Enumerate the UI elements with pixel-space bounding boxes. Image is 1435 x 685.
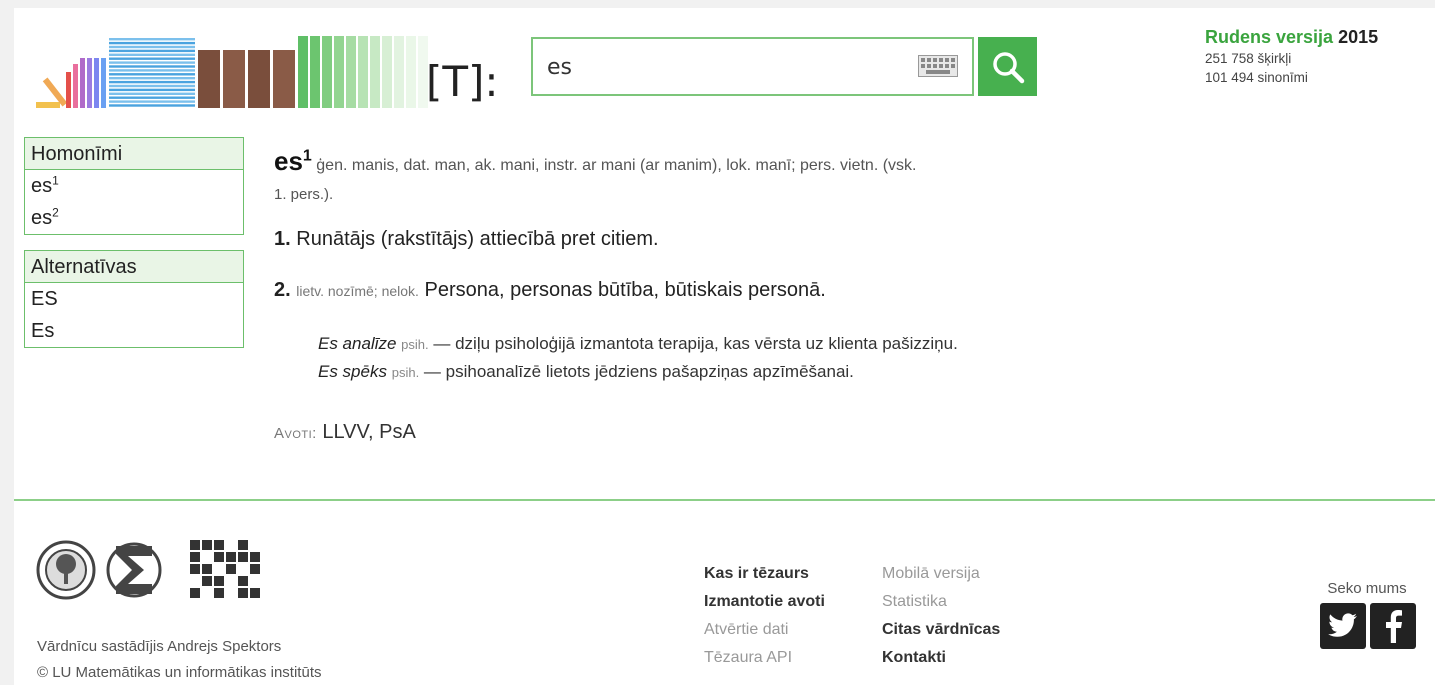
search-button[interactable] bbox=[978, 37, 1037, 96]
alternatives-title: Alternatīvas bbox=[25, 251, 243, 283]
twitter-icon bbox=[1328, 613, 1357, 637]
keyboard-icon[interactable] bbox=[918, 55, 958, 77]
sense-2: 2. lietv. nozīmē; nelok. Persona, person… bbox=[274, 279, 826, 301]
alternative-link-1[interactable]: ES bbox=[25, 283, 243, 315]
follow-label: Seko mums bbox=[1327, 580, 1407, 597]
facebook-button[interactable] bbox=[1370, 603, 1416, 649]
version-title: Rudens versija 2015 bbox=[1205, 27, 1415, 48]
twitter-button[interactable] bbox=[1320, 603, 1366, 649]
social-buttons bbox=[1320, 603, 1416, 649]
sources-label: Avoti: bbox=[274, 425, 317, 442]
footer-logos bbox=[36, 532, 266, 612]
sense-tags: lietv. nozīmē; nelok. bbox=[296, 283, 419, 299]
phrase-item: Es analīze psih. — dziļu psiholoģijā izm… bbox=[318, 334, 958, 353]
follow-us: Seko mums bbox=[1318, 580, 1416, 649]
author-line: Vārdnīcu sastādījis Andrejs Spektors bbox=[37, 638, 282, 655]
sense-1: 1. Runātājs (rakstītājs) attiecībā pret … bbox=[274, 228, 659, 250]
footer-divider bbox=[14, 499, 1435, 501]
homonyms-title: Homonīmi bbox=[25, 138, 243, 170]
sources-value: LLVV, PsA bbox=[322, 421, 416, 443]
grammar-info-cont: 1. pers.). bbox=[274, 186, 334, 203]
phrases-list: Es analīze psih. — dziļu psiholoģijā izm… bbox=[318, 330, 1194, 386]
institute-pixel-logo-icon[interactable] bbox=[190, 540, 260, 598]
facebook-icon bbox=[1386, 610, 1402, 643]
version-info: Rudens versija 2015 251 758 šķirkļi 101 … bbox=[1205, 27, 1415, 86]
link-about-thesaurus[interactable]: Kas ir tēzaurs bbox=[704, 560, 825, 588]
search-icon bbox=[992, 51, 1024, 83]
site-logo[interactable]: [T]: bbox=[26, 28, 496, 108]
link-other-dictionaries[interactable]: Citas vārdnīcas bbox=[882, 616, 1000, 644]
logo-mark: [T]: bbox=[426, 57, 496, 106]
homonym-link-2[interactable]: es2 bbox=[25, 202, 243, 234]
link-open-data[interactable]: Atvērtie dati bbox=[704, 616, 825, 644]
link-used-sources[interactable]: Izmantotie avoti bbox=[704, 588, 825, 616]
entries-count: 251 758 šķirkļi bbox=[1205, 51, 1292, 66]
search-box[interactable] bbox=[531, 37, 974, 96]
book-spines-logo-icon: [T]: bbox=[36, 36, 496, 108]
homonyms-box: Homonīmi es1 es2 bbox=[24, 137, 244, 235]
homonym-link-1[interactable]: es1 bbox=[25, 170, 243, 202]
search-input[interactable] bbox=[547, 49, 907, 85]
university-seal-icon[interactable] bbox=[36, 540, 96, 600]
entry-headline: es1 ģen. manis, dat. man, ak. mani, inst… bbox=[274, 145, 1194, 208]
version-year: 2015 bbox=[1338, 27, 1379, 47]
link-mobile-version[interactable]: Mobilā versija bbox=[882, 560, 1000, 588]
headword: es1 bbox=[274, 146, 312, 176]
phrase-item: Es spēks psih. — psihoanalīzē lietots jē… bbox=[318, 362, 854, 381]
version-season: Rudens versija bbox=[1205, 27, 1334, 47]
footer-credits: Vārdnīcu sastādījis Andrejs Spektors © L… bbox=[37, 634, 322, 685]
synonyms-count: 101 494 sinonīmi bbox=[1205, 70, 1308, 85]
grammar-info: ģen. manis, dat. man, ak. mani, instr. a… bbox=[316, 157, 917, 174]
alternative-link-2[interactable]: Es bbox=[25, 315, 243, 347]
alternatives-box: Alternatīvas ES Es bbox=[24, 250, 244, 348]
sources: Avoti: LLVV, PsA bbox=[274, 421, 1194, 444]
link-statistics[interactable]: Statistika bbox=[882, 588, 1000, 616]
dictionary-entry: es1 ģen. manis, dat. man, ak. mani, inst… bbox=[274, 145, 1194, 444]
sigma-logo-icon[interactable] bbox=[106, 542, 162, 598]
link-thesaurus-api[interactable]: Tēzaura API bbox=[704, 644, 825, 672]
link-contacts[interactable]: Kontakti bbox=[882, 644, 1000, 672]
copyright-line: © LU Matemātikas un informātikas institū… bbox=[37, 664, 322, 681]
